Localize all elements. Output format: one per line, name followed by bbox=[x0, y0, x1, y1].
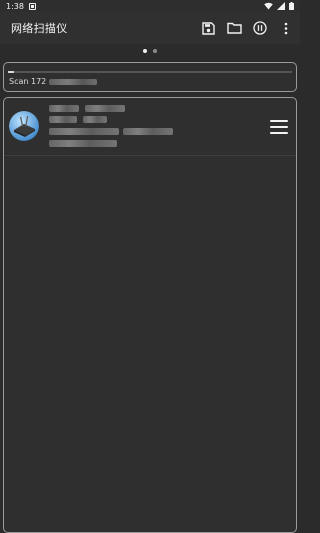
app-title: 网络扫描仪 bbox=[11, 22, 68, 35]
pause-button[interactable] bbox=[252, 20, 268, 36]
save-button[interactable] bbox=[200, 20, 216, 36]
scan-progress-fill bbox=[8, 71, 14, 73]
save-icon bbox=[201, 21, 215, 35]
folder-icon bbox=[226, 22, 242, 34]
results-list[interactable] bbox=[3, 97, 297, 533]
page-indicator bbox=[0, 47, 300, 55]
scan-status-card: Scan 172 bbox=[3, 62, 297, 92]
more-vert-icon bbox=[284, 22, 288, 34]
device-list-item[interactable] bbox=[4, 98, 296, 156]
signal-icon bbox=[277, 2, 285, 10]
scan-status-text: Scan 172 bbox=[9, 77, 47, 86]
more-options-button[interactable] bbox=[278, 20, 294, 36]
notification-icon bbox=[28, 2, 36, 10]
app-bar-actions bbox=[200, 12, 294, 44]
status-bar: 1:38 bbox=[0, 0, 300, 12]
pause-icon bbox=[253, 21, 267, 35]
battery-icon bbox=[289, 2, 294, 10]
scan-progress-bar bbox=[8, 71, 292, 73]
app-bar: 网络扫描仪 bbox=[0, 12, 300, 44]
status-time: 1:38 bbox=[6, 1, 24, 11]
page-dot-2[interactable] bbox=[153, 49, 157, 53]
open-folder-button[interactable] bbox=[226, 20, 242, 36]
page-dot-1[interactable] bbox=[143, 49, 147, 53]
redacted-ip-range bbox=[49, 78, 98, 85]
router-icon bbox=[9, 111, 39, 141]
hamburger-menu-icon[interactable] bbox=[270, 120, 288, 134]
wifi-icon bbox=[264, 2, 273, 10]
